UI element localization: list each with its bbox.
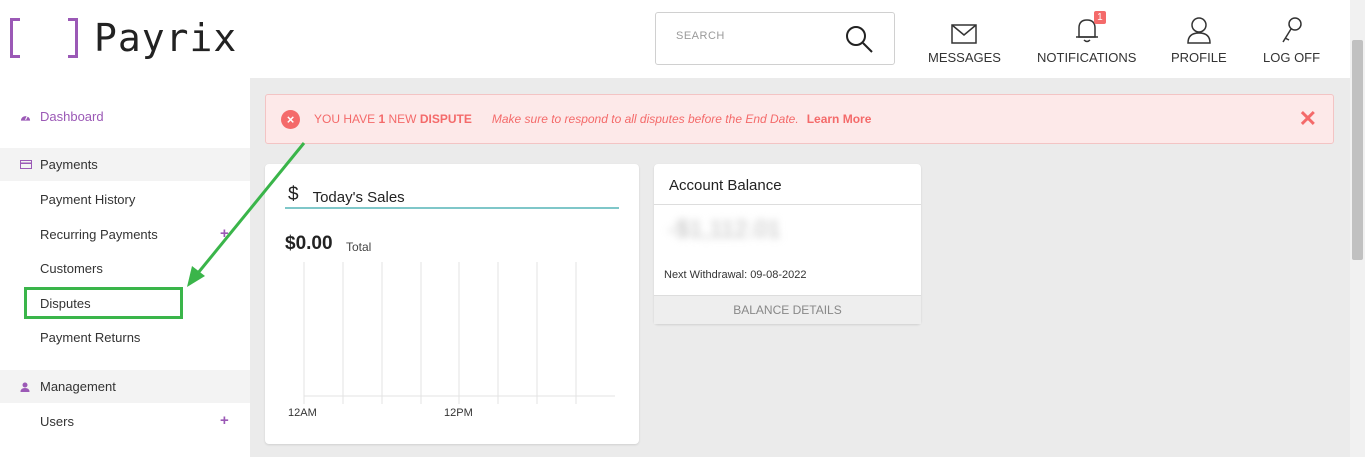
alert-note: Make sure to respond to all disputes bef… (491, 112, 799, 126)
sidebar-item-customers[interactable]: Customers (40, 261, 103, 276)
alert-message: YOU HAVE 1 NEW DISPUTE (314, 112, 472, 126)
sidebar: Dashboard Payments Payment History Recur… (0, 78, 250, 457)
nav-messages-label: MESSAGES (928, 50, 1001, 65)
account-balance-title: Account Balance (654, 164, 921, 205)
sidebar-item-dashboard[interactable]: Dashboard (20, 109, 104, 124)
credit-card-icon (20, 160, 32, 169)
nav-notifications-label: NOTIFICATIONS (1037, 50, 1137, 65)
top-header: Payrix MESSAGES 1 NOTIFICATIONS (0, 0, 1350, 78)
nav-logoff-label: LOG OFF (1263, 50, 1321, 65)
close-icon[interactable]: ✕ (1299, 108, 1317, 130)
x-tick-12am: 12AM (288, 407, 317, 419)
nav-profile-label: PROFILE (1171, 50, 1227, 65)
add-recurring-payment-button[interactable]: + (220, 225, 229, 242)
scrollbar-thumb[interactable] (1352, 40, 1363, 260)
error-circle-icon: × (281, 109, 300, 129)
user-icon (1187, 17, 1211, 44)
sidebar-section-management[interactable]: Management (0, 370, 250, 403)
nav-messages[interactable]: MESSAGES (928, 14, 1001, 65)
disputes-highlight-box (24, 287, 183, 319)
sidebar-item-recurring-payments[interactable]: Recurring Payments (40, 227, 158, 242)
x-tick-12pm: 12PM (444, 407, 473, 419)
sidebar-section-management-label: Management (40, 379, 116, 394)
envelope-icon (951, 24, 978, 44)
todays-sales-card: $ Today's Sales $0.00 Total 12AM 12PM (265, 164, 639, 444)
search-icon[interactable] (844, 24, 874, 54)
sidebar-section-payments[interactable]: Payments (0, 148, 250, 181)
sidebar-item-payment-returns[interactable]: Payment Returns (40, 330, 140, 345)
nav-profile[interactable]: PROFILE (1171, 14, 1227, 65)
balance-amount-blurred: -$1,112.01 (668, 216, 781, 243)
balance-details-button[interactable]: BALANCE DETAILS (654, 295, 921, 324)
nav-logoff[interactable]: LOG OFF (1263, 14, 1320, 65)
payrix-logo[interactable]: Payrix (10, 14, 237, 62)
dispute-alert: × YOU HAVE 1 NEW DISPUTE Make sure to re… (265, 94, 1334, 144)
account-balance-card: Account Balance -$1,112.01 Next Withdraw… (654, 164, 921, 324)
sidebar-item-payment-history[interactable]: Payment History (40, 192, 135, 207)
sidebar-item-dashboard-label: Dashboard (40, 109, 104, 124)
page-scrollbar[interactable] (1350, 0, 1365, 457)
sidebar-section-payments-label: Payments (40, 157, 98, 172)
sales-chart (303, 262, 615, 404)
key-icon (1281, 17, 1302, 43)
person-icon (20, 382, 32, 392)
nav-notifications[interactable]: 1 NOTIFICATIONS (1037, 11, 1137, 65)
logo-brackets-icon (10, 18, 78, 58)
search-box[interactable] (655, 12, 895, 65)
learn-more-link[interactable]: Learn More (807, 112, 872, 126)
search-input[interactable] (676, 30, 836, 42)
sidebar-item-users[interactable]: Users (40, 414, 74, 429)
add-user-button[interactable]: + (220, 412, 229, 429)
next-withdrawal: Next Withdrawal: 09-08-2022 (664, 269, 807, 281)
notification-badge: 1 (1094, 11, 1106, 24)
logo-wordmark: Payrix (94, 16, 238, 60)
dashboard-icon (20, 115, 31, 121)
